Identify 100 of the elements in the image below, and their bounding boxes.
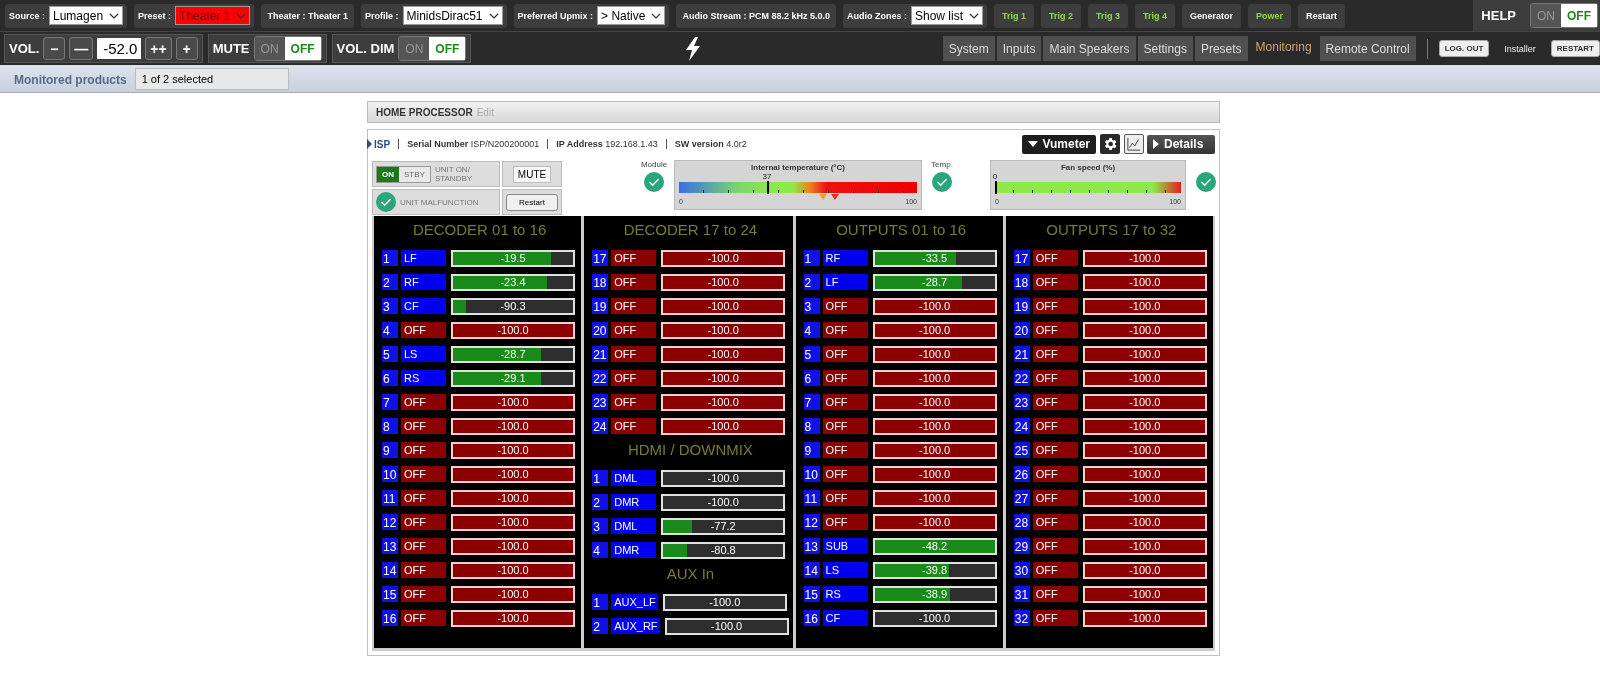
dropdown[interactable]: > Native	[597, 6, 666, 25]
user-label: Installer	[1504, 43, 1536, 54]
switch-option[interactable]: OFF	[284, 37, 321, 60]
meter-reading: -100.0	[1128, 251, 1162, 265]
toolbar-button[interactable]: Restart	[1298, 3, 1346, 28]
meter-reading: -100.0	[496, 515, 530, 529]
channel-number: 6	[382, 370, 398, 386]
meter-reading: -100.0	[918, 491, 952, 505]
toolbar-button[interactable]: Generator	[1182, 3, 1242, 28]
device-info: IP Address 192.168.1.43	[547, 139, 666, 149]
meter-reading: -100.0	[1128, 371, 1162, 385]
power-option[interactable]: ON	[377, 166, 399, 182]
channel-number: 10	[803, 466, 820, 482]
selector-label: Profile :	[365, 10, 399, 21]
channel-number: 23	[592, 394, 609, 410]
channel-number: 10	[382, 466, 398, 482]
toolbar-button[interactable]: Trig 3	[1088, 3, 1129, 28]
channel-name: OFF	[1032, 346, 1078, 362]
channel-number: 30	[1013, 562, 1030, 578]
meter-reading: -100.0	[1128, 419, 1162, 433]
selection-field[interactable]: 1 of 2 selected	[134, 68, 289, 90]
channel-name: OFF	[822, 346, 868, 362]
power-option[interactable]: STBY	[399, 166, 430, 182]
toolbar-button[interactable]: Power	[1248, 3, 1292, 28]
channel-number: 15	[803, 586, 820, 602]
channel-name: OFF	[822, 322, 868, 338]
nav-tab[interactable]: Inputs	[996, 36, 1042, 61]
meter-reading: -90.3	[499, 299, 527, 313]
toolbar-button[interactable]: Trig 4	[1135, 3, 1176, 28]
status-info: Audio Stream : PCM 88.2 kHz 5.0.0	[676, 3, 836, 28]
channel-number: 23	[1013, 394, 1030, 410]
meter-reading: -28.7	[499, 347, 527, 361]
channel-number: 28	[1013, 514, 1030, 530]
channel-number: 7	[382, 394, 398, 410]
check-icon	[1196, 172, 1216, 192]
meter-reading: -100.0	[496, 467, 530, 481]
channel-number: 18	[1013, 274, 1030, 290]
channel-name: LS	[822, 562, 868, 578]
restart-button[interactable]: RESTART	[1550, 40, 1600, 57]
channel-name: RS	[822, 586, 868, 602]
section-title: HDMI / DOWNMIX	[626, 440, 754, 460]
channel-name: OFF	[611, 322, 657, 338]
meter-reading: -100.0	[496, 539, 530, 553]
channel-number: 2	[592, 494, 609, 510]
meter-reading: -100.0	[918, 299, 952, 313]
channel-number: 5	[803, 346, 820, 362]
volume-field[interactable]: -52.0	[97, 38, 142, 59]
channel-number: 1	[592, 470, 609, 486]
channel-name: OFF	[401, 538, 446, 554]
meter-reading: -19.5	[499, 251, 527, 265]
vumeter-button[interactable]: Vumeter	[1022, 134, 1096, 154]
channel-number: 11	[382, 490, 398, 506]
nav-tab[interactable]: System	[942, 36, 995, 61]
channel-number: 6	[803, 370, 820, 386]
details-button[interactable]: Details	[1147, 134, 1215, 154]
meter-reading: -100.0	[496, 563, 530, 577]
volume-button[interactable]: +	[175, 37, 198, 60]
toggle-label: VOL. DIM	[336, 41, 395, 56]
settings-button[interactable]	[1100, 134, 1120, 154]
meter-reading: -100.0	[1128, 347, 1162, 361]
switch-option[interactable]: OFF	[429, 37, 466, 60]
channel-name: OFF	[401, 514, 446, 530]
help-label: HELP	[1481, 8, 1516, 23]
meter-reading: -28.7	[921, 275, 949, 289]
switch-option[interactable]: OFF	[1561, 4, 1597, 27]
meter-reading: -100.0	[706, 495, 740, 509]
channel-number: 14	[382, 562, 398, 578]
dropdown-value: Theater 1	[179, 8, 231, 23]
channel-name: OFF	[1032, 394, 1078, 410]
logout-button[interactable]: LOG. OUT	[1438, 40, 1490, 57]
chart-button[interactable]	[1124, 134, 1144, 154]
channel-name: OFF	[822, 394, 868, 410]
channel-name: RF	[401, 274, 446, 290]
mute-button[interactable]: MUTE	[512, 165, 552, 183]
channel-name: SUB	[822, 538, 868, 554]
meter-reading: -100.0	[706, 323, 740, 337]
toolbar-button[interactable]: Trig 2	[1041, 3, 1082, 28]
meter-reading: -100.0	[710, 619, 744, 633]
volume-label: VOL.	[9, 41, 40, 56]
nav-tab[interactable]: Presets	[1194, 36, 1248, 61]
nav-tab[interactable]: Remote Control	[1319, 36, 1416, 61]
nav-tab[interactable]: Settings	[1137, 36, 1193, 61]
nav-tab[interactable]: Main Speakers	[1043, 36, 1136, 61]
channel-name: OFF	[611, 394, 657, 410]
volume-button[interactable]: —	[69, 37, 94, 60]
meter-reading: -100.0	[706, 275, 740, 289]
products-tab[interactable]: Monitored products	[6, 73, 135, 92]
channel-name: OFF	[822, 370, 868, 386]
meter-reading: -100.0	[1128, 587, 1162, 601]
meter-reading: -100.0	[496, 443, 530, 457]
meter-reading: -100.0	[706, 471, 740, 485]
restart-button[interactable]: Restart	[506, 193, 558, 211]
volume-button[interactable]: ++	[145, 37, 172, 60]
caret-icon	[488, 12, 499, 19]
dropdown[interactable]: Lumagen	[49, 6, 124, 25]
dropdown[interactable]: MinidsDirac51	[402, 6, 503, 25]
channel-name: OFF	[1032, 322, 1078, 338]
volume-button[interactable]: −	[43, 37, 66, 60]
dropdown[interactable]: Show list	[911, 6, 983, 25]
toolbar-button[interactable]: Trig 1	[994, 3, 1035, 28]
